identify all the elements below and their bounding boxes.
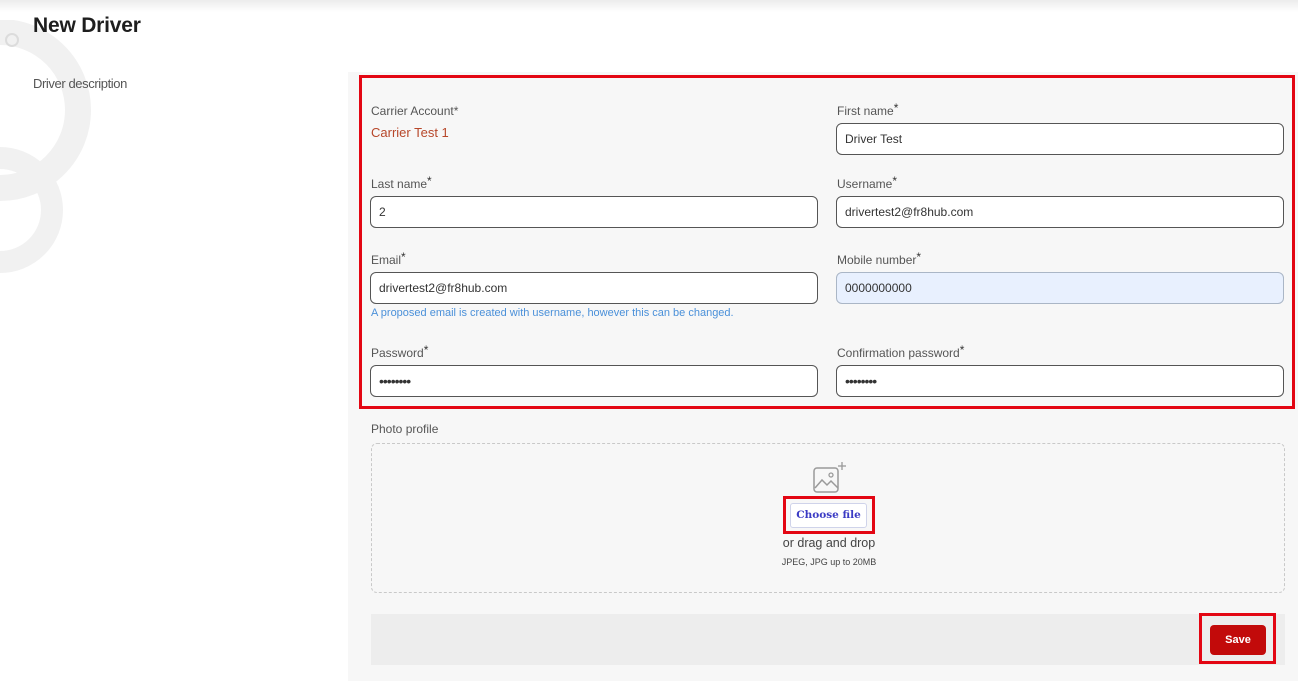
drag-drop-text: or drag and drop: [782, 536, 876, 550]
choose-file-button[interactable]: Choose file: [790, 503, 867, 528]
section-description: Driver description: [33, 76, 127, 91]
photo-profile-label: Photo profile: [371, 422, 439, 436]
form-highlight-box: [359, 75, 1295, 409]
top-shadow: [0, 0, 1298, 12]
save-button[interactable]: Save: [1210, 625, 1266, 655]
image-add-icon: [813, 462, 846, 493]
file-types-text: JPEG, JPG up to 20MB: [781, 557, 877, 567]
background-logo-watermark: [0, 20, 91, 273]
page-title: New Driver: [33, 14, 141, 37]
action-bar: [371, 614, 1285, 665]
